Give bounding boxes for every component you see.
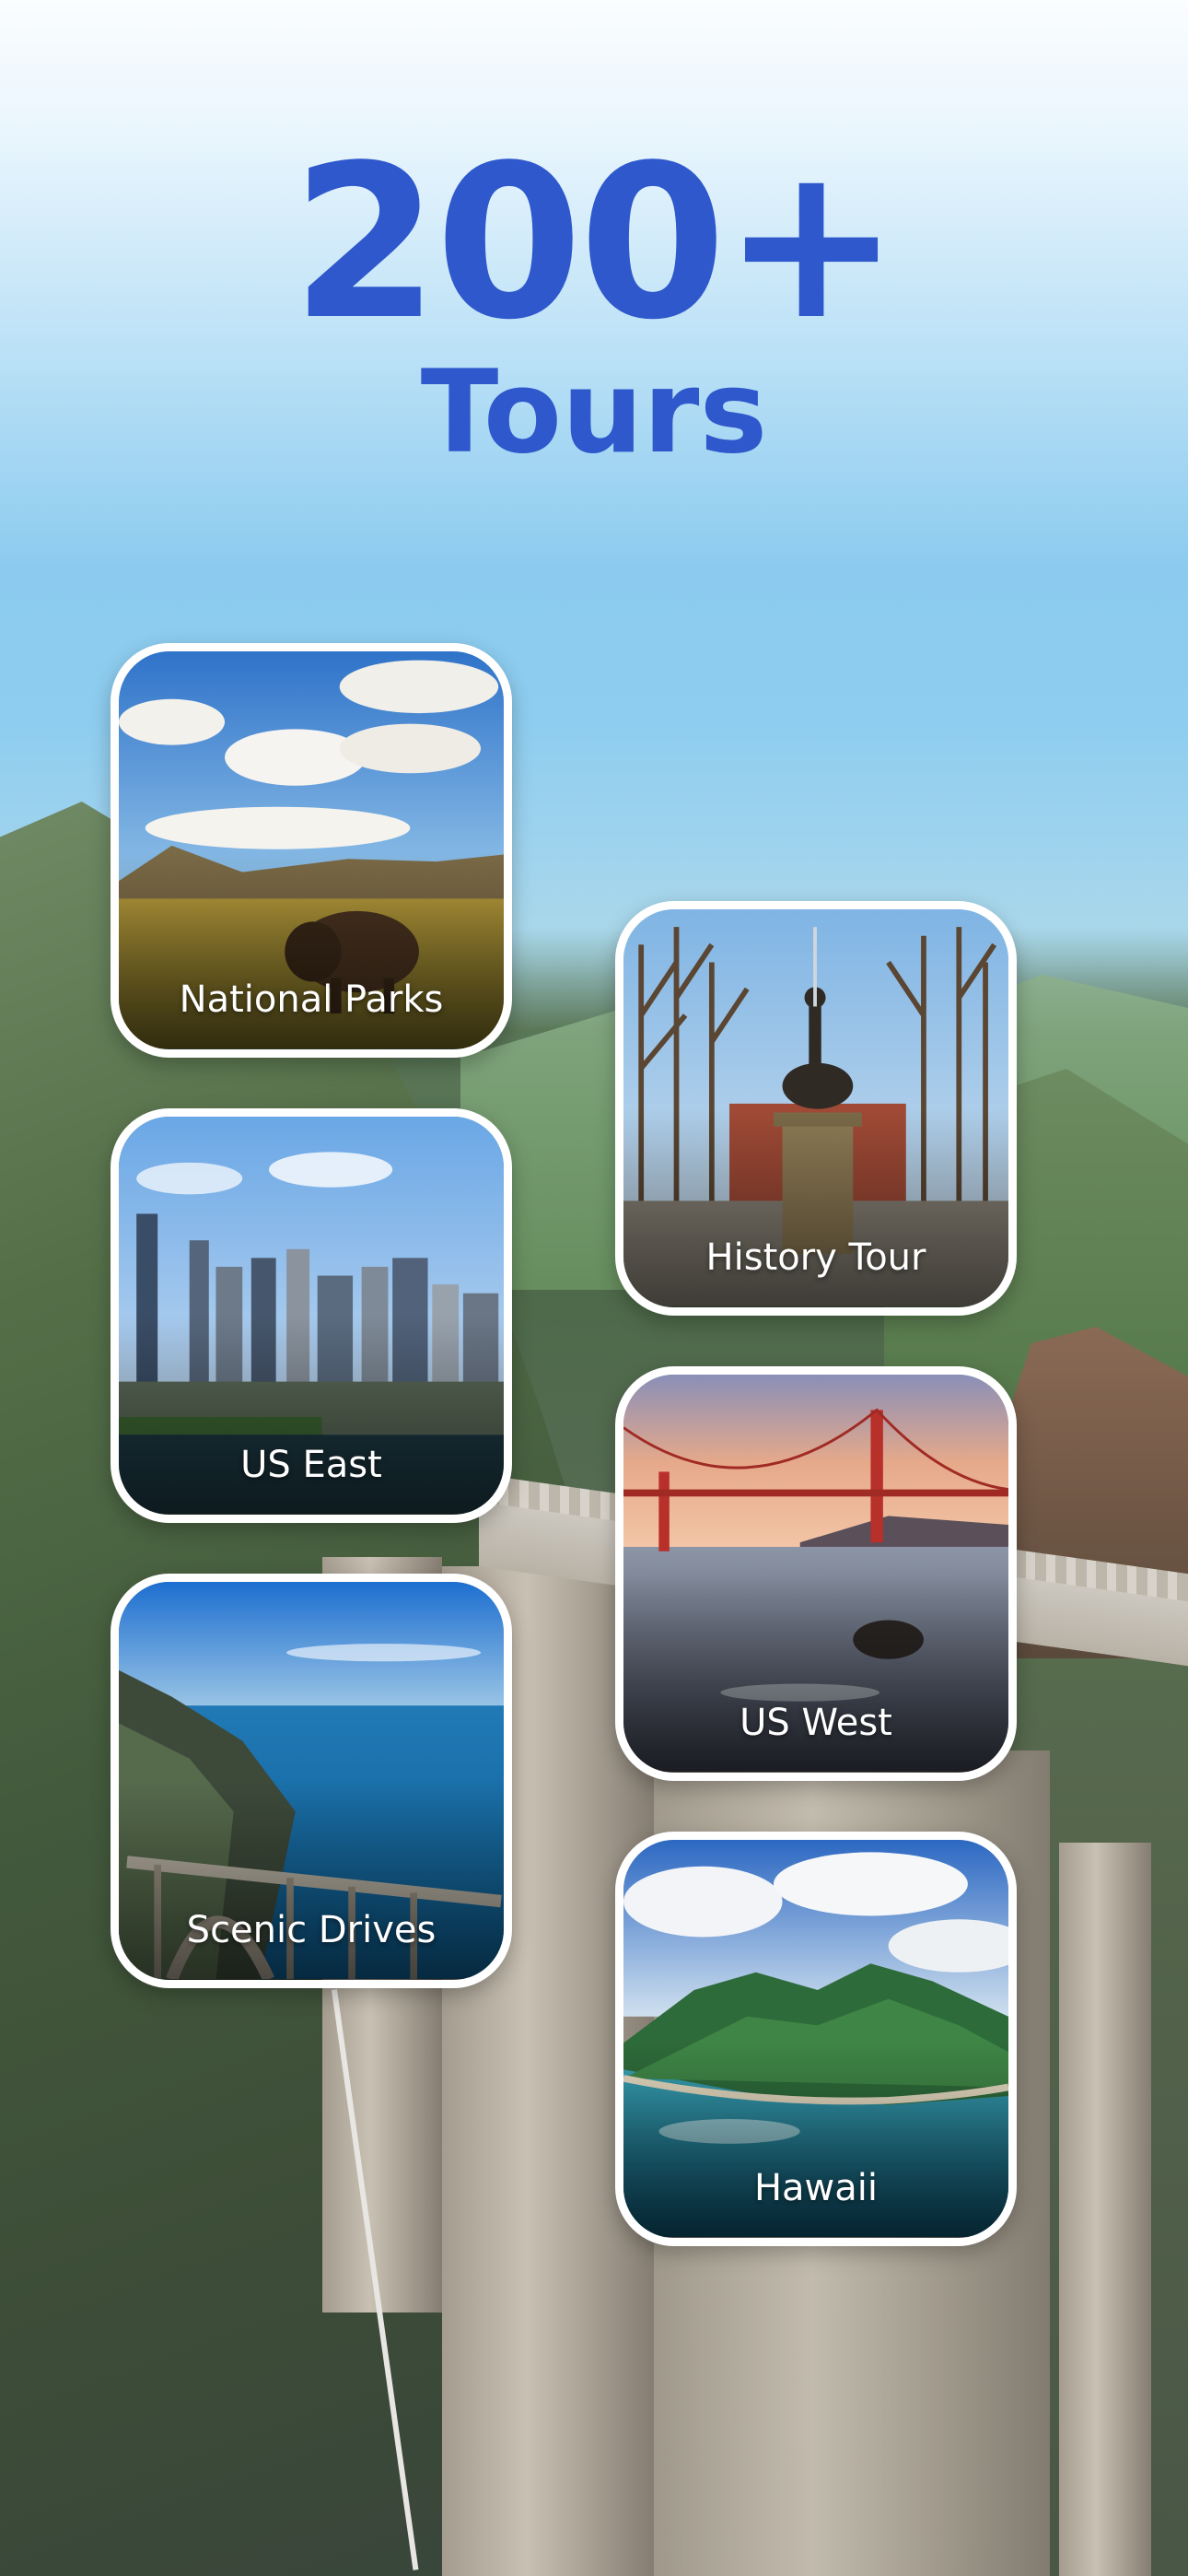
card-title: US East [240, 1444, 382, 1486]
category-card-us-west[interactable]: US West [615, 1366, 1017, 1781]
category-card-us-east[interactable]: US East [111, 1108, 512, 1523]
tour-count: 200+ [291, 121, 901, 367]
category-card-national-parks[interactable]: National Parks [111, 643, 512, 1058]
tour-label: Tours [420, 346, 768, 479]
card-title: Scenic Drives [186, 1909, 437, 1951]
category-card-hawaii[interactable]: Hawaii [615, 1832, 1017, 2246]
category-card-history-tour[interactable]: History Tour [615, 901, 1017, 1316]
headline: 200+ Tours [0, 121, 1188, 479]
card-title: History Tour [705, 1236, 926, 1279]
bridge-pillar [1059, 1843, 1151, 2576]
card-title: Hawaii [753, 2167, 879, 2209]
card-title: US West [740, 1702, 892, 1744]
card-title: National Parks [179, 978, 444, 1021]
category-card-scenic-drives[interactable]: Scenic Drives [111, 1574, 512, 1988]
